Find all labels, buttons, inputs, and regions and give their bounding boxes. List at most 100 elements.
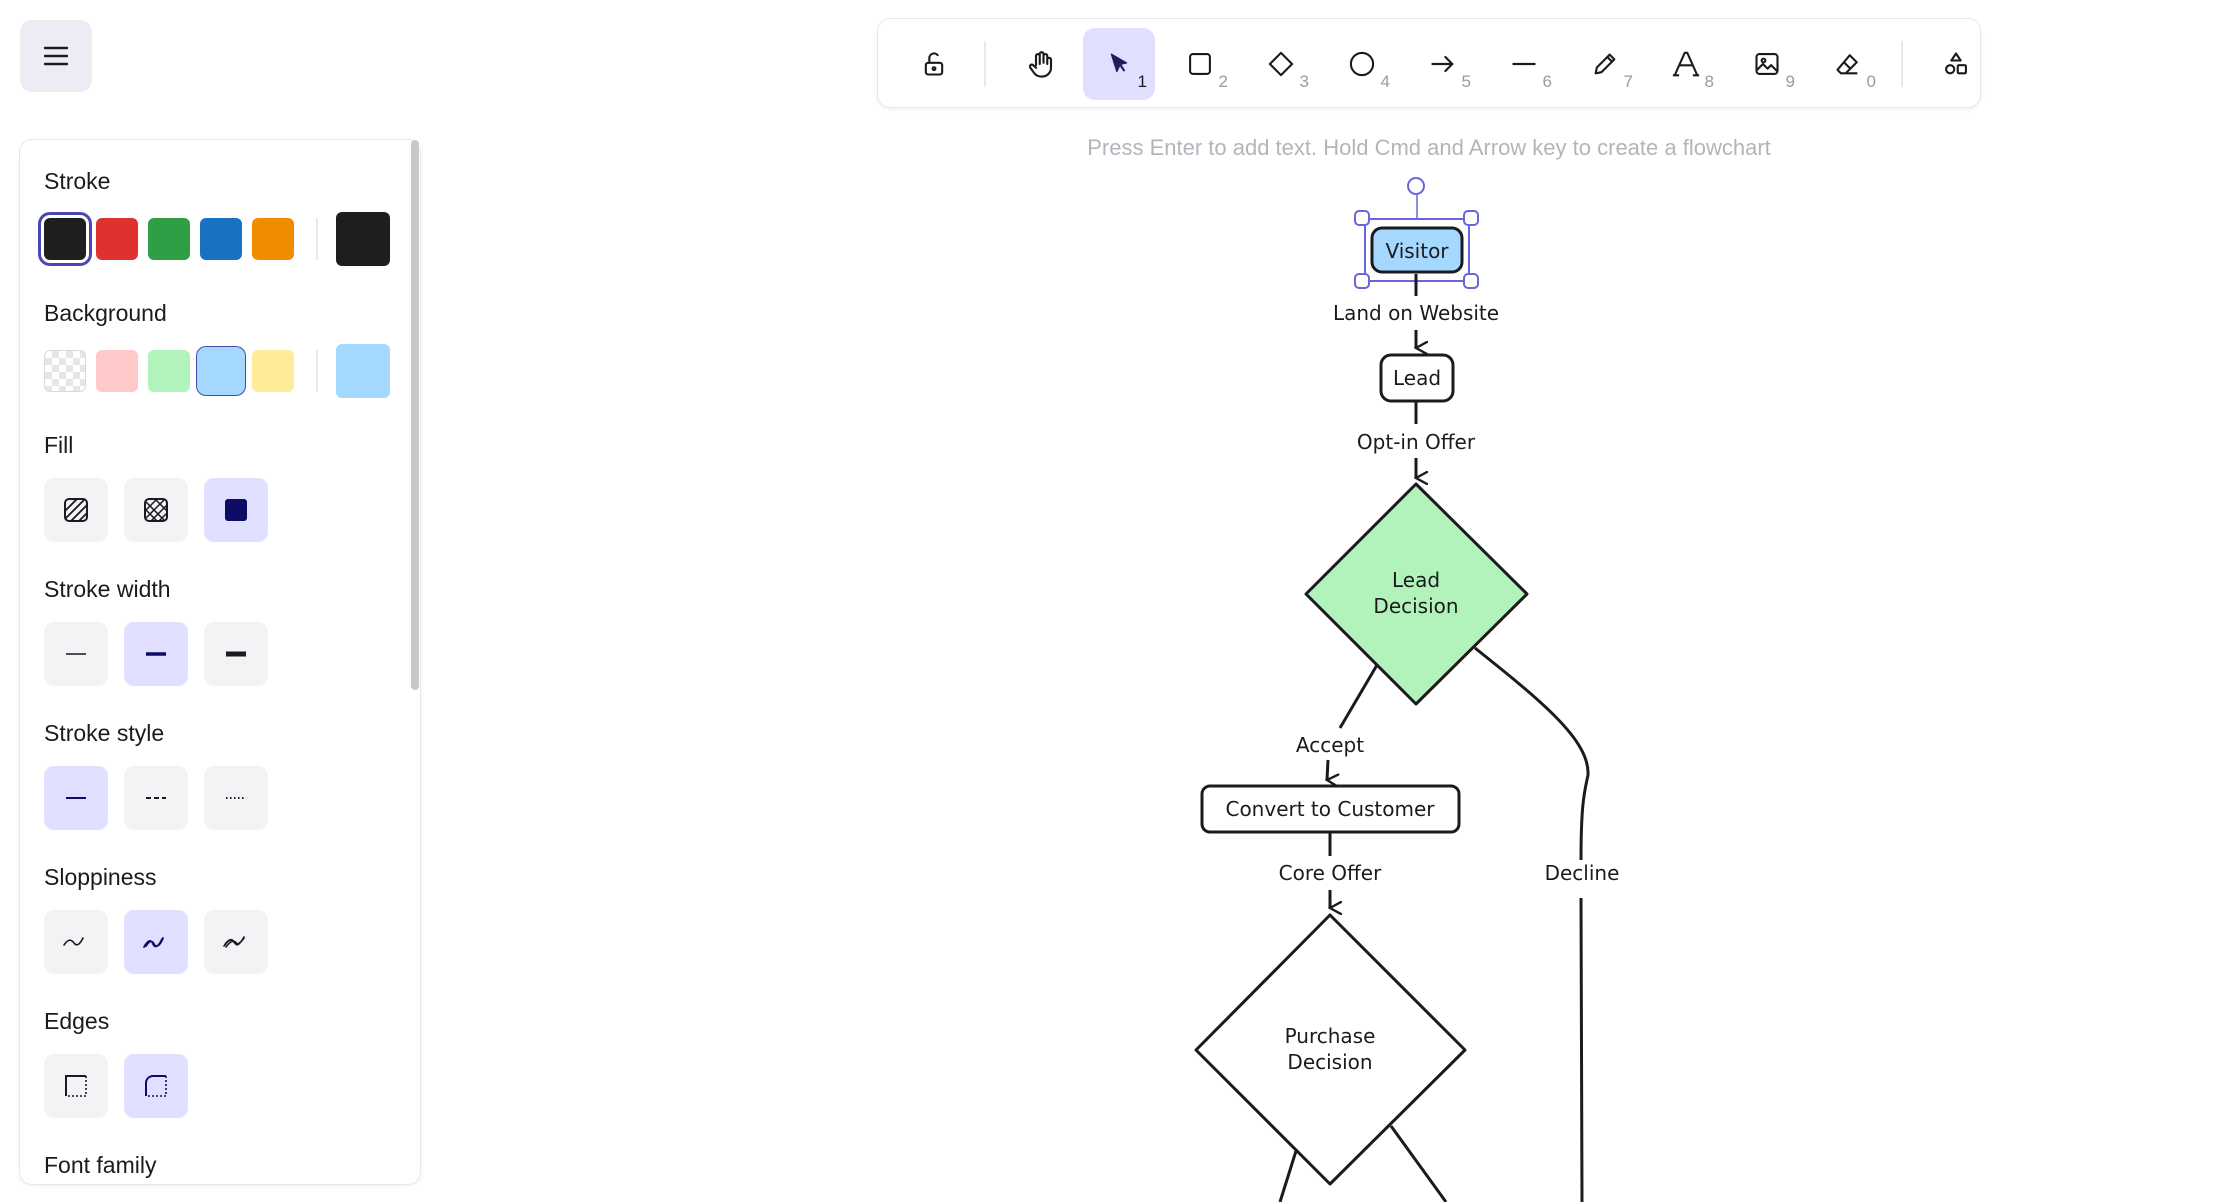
edge-accept[interactable]: Accept xyxy=(1296,664,1379,780)
edge-decline[interactable]: Decline xyxy=(1474,646,1619,1202)
line-tool-button[interactable]: 6 xyxy=(1488,28,1560,100)
shortcut-key: 0 xyxy=(1866,72,1876,91)
background-swatch-blue[interactable] xyxy=(200,350,242,392)
diamond-icon xyxy=(1268,51,1294,77)
sloppiness-artist-button[interactable] xyxy=(124,910,188,974)
eraser-tool-button[interactable]: 0 xyxy=(1812,28,1884,100)
edges-sharp-button[interactable] xyxy=(44,1054,108,1118)
visitor-node[interactable]: Visitor xyxy=(1370,226,1464,274)
stroke-swatch-black[interactable] xyxy=(44,218,86,260)
text-icon xyxy=(1672,51,1700,77)
lead-node[interactable]: Lead xyxy=(1379,353,1455,403)
stroke-width-bold-button[interactable] xyxy=(124,622,188,686)
background-swatch-yellow[interactable] xyxy=(252,350,294,392)
diamond-tool-button[interactable]: 3 xyxy=(1245,28,1317,100)
rectangle-tool-button[interactable]: 2 xyxy=(1164,28,1236,100)
stroke-width-extra-bold-button[interactable] xyxy=(204,622,268,686)
background-swatch-green[interactable] xyxy=(148,350,190,392)
extra-tools-icon xyxy=(1945,52,1967,75)
edge-label-accept: Accept xyxy=(1296,733,1364,757)
sloppiness-architect-button[interactable] xyxy=(44,910,108,974)
ellipse-icon xyxy=(1349,51,1375,77)
fill-hachure-button[interactable] xyxy=(44,478,108,542)
background-swatch-pink[interactable] xyxy=(96,350,138,392)
edge-opt-in-offer[interactable]: Opt-in Offer xyxy=(1357,402,1476,478)
properties-panel: Stroke Background Fill Stroke width Stro… xyxy=(20,140,420,1184)
pencil-icon xyxy=(1594,53,1616,75)
stroke-swatch-blue[interactable] xyxy=(200,218,242,260)
edge-label-core: Core Offer xyxy=(1279,861,1382,885)
fill-solid-button[interactable] xyxy=(204,478,268,542)
stroke-label: Stroke xyxy=(44,168,111,194)
hand-icon xyxy=(1028,51,1053,78)
arrow-tool-button[interactable]: 5 xyxy=(1407,28,1479,100)
selection-box[interactable] xyxy=(1354,177,1479,289)
purchase-label-line1: Purchase xyxy=(1285,1024,1376,1048)
line-icon xyxy=(1512,62,1536,66)
selection-tool-button[interactable]: 1 xyxy=(1083,28,1155,100)
stroke-swatch-orange[interactable] xyxy=(252,218,294,260)
stroke-width-label: Stroke width xyxy=(44,576,171,602)
rectangle-icon xyxy=(1189,53,1211,75)
rotate-handle xyxy=(1407,177,1425,195)
stroke-width-thin-button[interactable] xyxy=(44,622,108,686)
stroke-solid-icon xyxy=(66,797,86,799)
purchase-label-line2: Decision xyxy=(1287,1050,1372,1074)
background-label: Background xyxy=(44,300,167,326)
toolbar-divider xyxy=(1901,41,1903,87)
image-tool-button[interactable]: 9 xyxy=(1731,28,1803,100)
visitor-label: Visitor xyxy=(1385,239,1449,263)
edge-label-land: Land on Website xyxy=(1333,301,1499,325)
resize-handle xyxy=(1354,210,1370,226)
edge-purchase-right[interactable] xyxy=(1389,1125,1448,1202)
hand-tool-button[interactable] xyxy=(1005,28,1077,100)
stroke-style-dotted-button[interactable] xyxy=(204,766,268,830)
edges-round-button[interactable] xyxy=(124,1054,188,1118)
eraser-icon xyxy=(1836,54,1858,75)
stroke-style-label: Stroke style xyxy=(44,720,165,746)
stroke-swatch-red[interactable] xyxy=(96,218,138,260)
lock-button[interactable] xyxy=(898,28,970,100)
edge-purchase-left[interactable] xyxy=(1278,1150,1298,1202)
sloppiness-cartoonist-button[interactable] xyxy=(204,910,268,974)
swatch-divider xyxy=(316,218,318,260)
sloppiness-artist-icon xyxy=(143,937,164,948)
stroke-current-color[interactable] xyxy=(336,212,390,266)
edge-core-offer[interactable]: Core Offer xyxy=(1279,833,1382,908)
edge-land-on-website[interactable]: Land on Website xyxy=(1333,274,1499,348)
edges-sharp-icon xyxy=(65,1075,87,1097)
font-family-label: Font family xyxy=(44,1152,157,1178)
stroke-style-solid-button[interactable] xyxy=(44,766,108,830)
background-current-color[interactable] xyxy=(336,344,390,398)
fill-label: Fill xyxy=(44,432,74,458)
stroke-thin-icon xyxy=(66,653,86,655)
shortcut-key: 1 xyxy=(1137,72,1147,91)
lead-label: Lead xyxy=(1393,366,1441,390)
fill-hachure-icon xyxy=(64,498,88,522)
resize-handle xyxy=(1463,273,1479,289)
background-swatch-transparent[interactable] xyxy=(44,350,86,392)
stroke-bold-icon xyxy=(146,652,166,656)
shortcut-key: 7 xyxy=(1623,72,1633,91)
text-tool-button[interactable]: 8 xyxy=(1650,28,1722,100)
menu-button[interactable] xyxy=(20,20,92,92)
lead-decision-label-line2: Decision xyxy=(1373,594,1458,618)
convert-to-customer-node[interactable]: Convert to Customer xyxy=(1200,784,1461,834)
edges-label: Edges xyxy=(44,1008,110,1034)
shortcut-key: 2 xyxy=(1218,72,1228,91)
ellipse-tool-button[interactable]: 4 xyxy=(1326,28,1398,100)
extra-tools-button[interactable] xyxy=(1920,28,1992,100)
stroke-style-dashed-button[interactable] xyxy=(124,766,188,830)
fill-crosshatch-button[interactable] xyxy=(124,478,188,542)
stroke-swatch-green[interactable] xyxy=(148,218,190,260)
purchase-decision-node[interactable]: Purchase Decision xyxy=(1194,913,1467,1186)
pencil-tool-button[interactable]: 7 xyxy=(1569,28,1641,100)
selection-icon xyxy=(1110,53,1128,73)
lead-decision-node[interactable]: Lead Decision xyxy=(1304,482,1529,706)
panel-scrollbar[interactable] xyxy=(411,140,419,690)
shortcut-key: 9 xyxy=(1785,72,1795,91)
resize-handle xyxy=(1354,273,1370,289)
image-icon xyxy=(1755,53,1779,75)
toolbar: 1 2 3 4 5 6 7 8 9 0 xyxy=(878,19,1980,107)
shortcut-key: 3 xyxy=(1299,72,1309,91)
